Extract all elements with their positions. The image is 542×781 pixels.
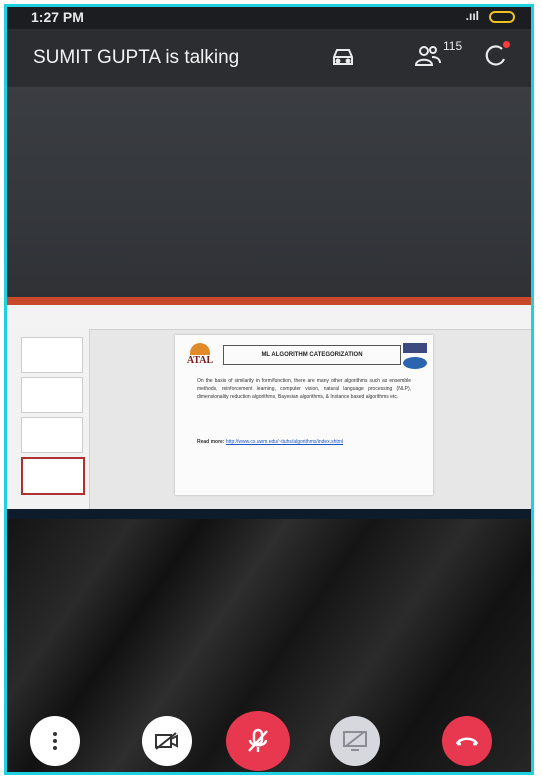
more-vertical-icon <box>53 732 57 750</box>
windows-taskbar <box>7 509 531 519</box>
call-header: SUMIT GUPTA is talking 115 <box>7 29 531 87</box>
presentation-slide: ATAL ML ALGORITHM CATEGORIZATION On the … <box>175 335 433 495</box>
car-icon[interactable] <box>330 45 356 74</box>
app-title-bar <box>7 297 531 305</box>
video-off-button[interactable] <box>142 716 192 766</box>
status-time: 1:27 PM <box>31 9 84 25</box>
slide-thumbnails <box>7 329 90 509</box>
mic-off-icon <box>248 728 268 752</box>
slide-body: On the basis of similarity in form/funct… <box>197 378 411 400</box>
read-more-link: http://www.cs.uwm.edu/~tiuhs/algorithms/… <box>225 439 344 445</box>
battery-icon <box>489 11 515 23</box>
phone-hangup-icon <box>455 737 479 746</box>
notification-dot <box>503 41 510 48</box>
status-bar: 1:27 PM .ııl <box>7 7 531 29</box>
slide-thumbnail <box>21 377 83 413</box>
screen-share-off-icon <box>343 731 367 751</box>
end-call-button[interactable] <box>442 716 492 766</box>
video-off-icon <box>155 732 178 750</box>
slide-thumbnail-selected <box>21 457 85 495</box>
participants-icon[interactable] <box>414 43 442 74</box>
atal-logo: ATAL <box>183 343 217 377</box>
more-options-button[interactable] <box>30 716 80 766</box>
participant-count: 115 <box>443 39 463 53</box>
institution-emblem-icon <box>403 343 427 371</box>
mute-button[interactable] <box>226 711 290 771</box>
screen-share-view[interactable]: ATAL ML ALGORITHM CATEGORIZATION On the … <box>7 297 531 519</box>
speaker-video-area <box>7 87 531 297</box>
video-call-screen: 1:27 PM .ııl SUMIT GUPTA is talking 115 <box>4 4 534 775</box>
slide-read-more: Read more: http://www.cs.uwm.edu/~tiuhs/… <box>197 439 344 445</box>
active-speaker-label: SUMIT GUPTA is talking <box>33 47 240 68</box>
app-toolbar <box>7 305 531 330</box>
signal-icon: .ııl <box>465 9 479 23</box>
slide-thumbnail <box>21 337 83 373</box>
slide-thumbnail <box>21 417 83 453</box>
share-screen-button[interactable] <box>330 716 380 766</box>
slide-title: ML ALGORITHM CATEGORIZATION <box>223 345 401 365</box>
